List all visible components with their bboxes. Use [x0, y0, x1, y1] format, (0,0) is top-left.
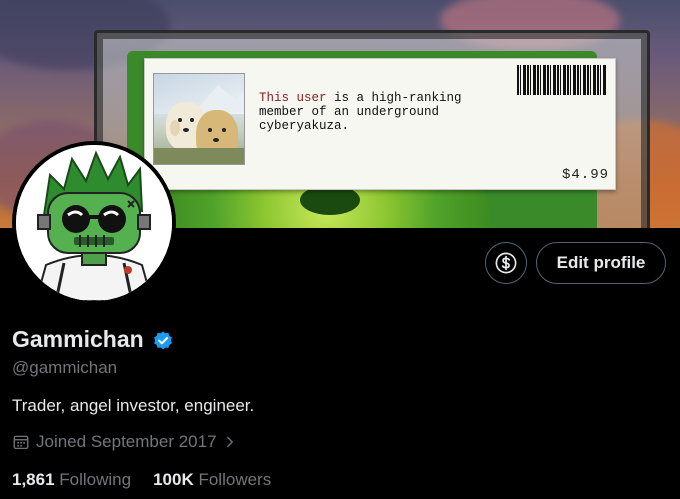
following-count: 1,861: [12, 470, 55, 489]
followers-label: Followers: [198, 470, 272, 489]
card-text-highlight: This user: [259, 91, 327, 105]
chevron-right-icon[interactable]: [223, 433, 237, 451]
calendar-icon: [13, 435, 29, 450]
following-label: Following: [59, 470, 132, 489]
display-name: Gammichan: [12, 326, 144, 352]
joined-text: Joined September 2017: [36, 432, 217, 451]
frankenstein-avatar-icon: [16, 145, 172, 301]
joined-date: Joined September 2017: [12, 432, 237, 452]
followers-link[interactable]: 100K Followers: [153, 470, 271, 490]
followers-count: 100K: [153, 470, 194, 489]
verified-badge-icon[interactable]: [152, 330, 174, 352]
user-handle: @gammichan: [12, 358, 118, 377]
bio: Trader, angel investor, engineer.: [12, 396, 255, 415]
barcode: [517, 65, 607, 95]
dollar-circle-icon: [495, 252, 517, 274]
price-tag: $4.99: [561, 167, 609, 183]
subscribe-button[interactable]: [485, 242, 527, 284]
card-text: This user is a high-ranking member of an…: [259, 91, 529, 133]
follow-stats: 1,861 Following 100K Followers: [12, 470, 271, 490]
edit-profile-button[interactable]: Edit profile: [536, 242, 666, 284]
cyberyakuza-card: This user is a high-ranking member of an…: [144, 58, 616, 190]
following-link[interactable]: 1,861 Following: [12, 470, 131, 490]
puppies-photo: [153, 73, 245, 165]
avatar[interactable]: [16, 145, 172, 301]
